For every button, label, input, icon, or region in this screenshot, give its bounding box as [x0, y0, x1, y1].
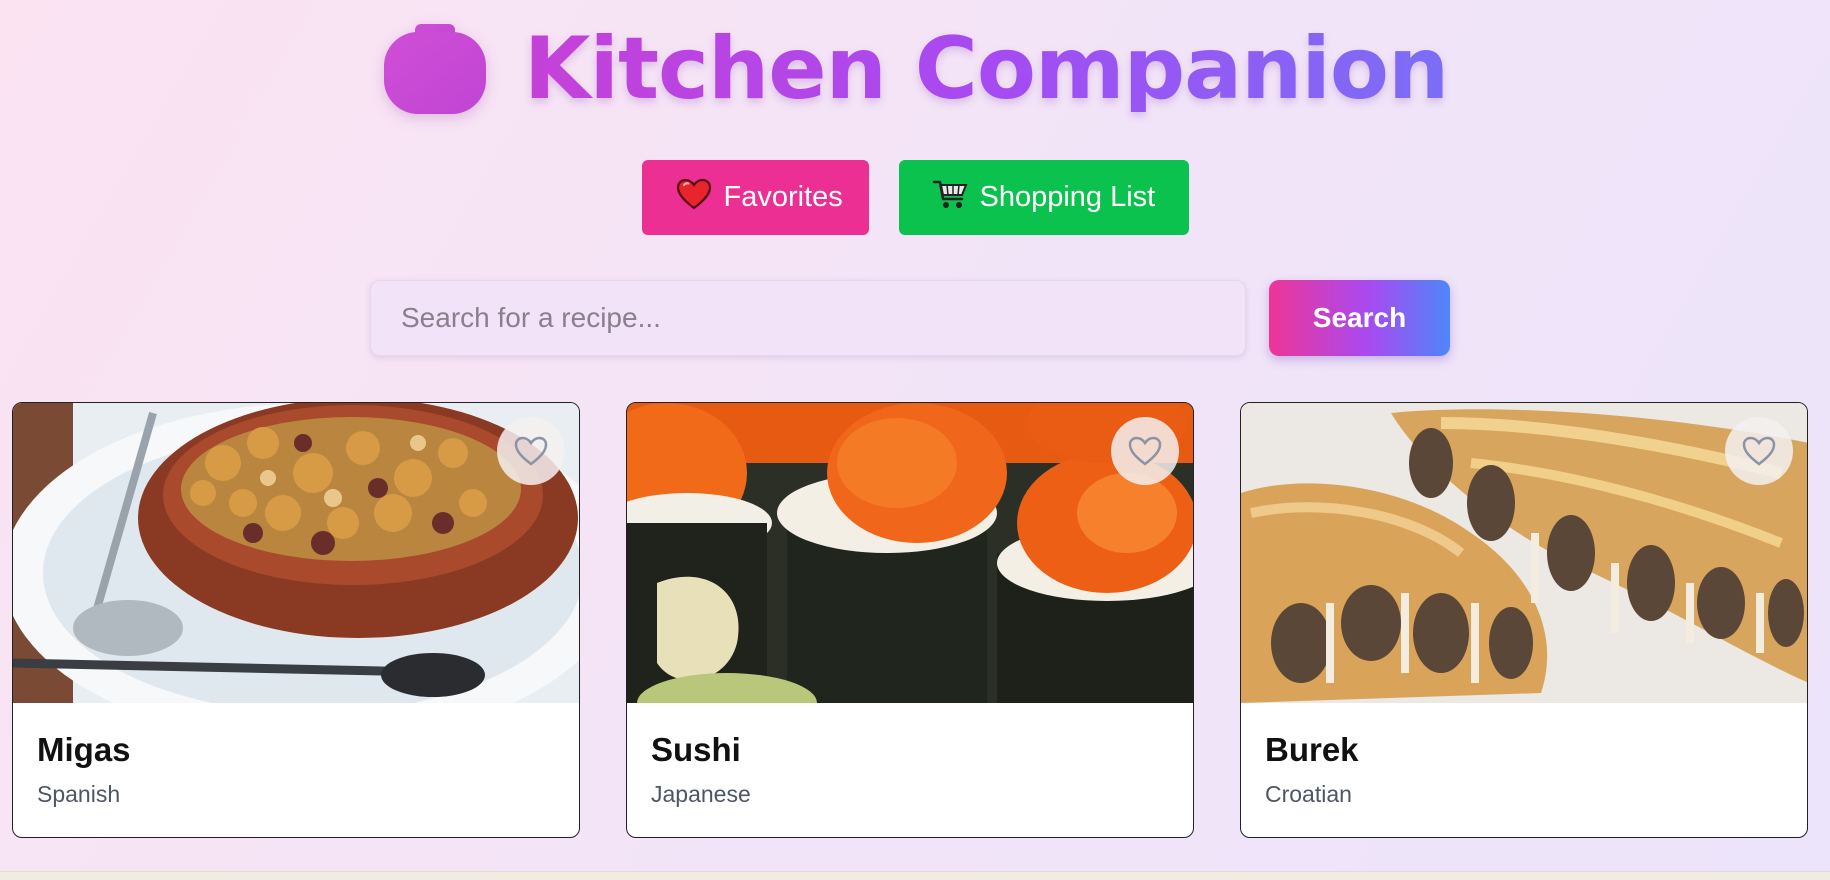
favorites-button[interactable]: Favorites — [641, 160, 869, 235]
favorite-toggle-button[interactable] — [497, 417, 565, 485]
search-input[interactable] — [370, 280, 1246, 356]
favorite-toggle-button[interactable] — [1725, 417, 1793, 485]
recipe-card-body: Sushi Japanese — [627, 703, 1193, 836]
shopping-list-label: Shopping List — [979, 181, 1156, 213]
favorites-label: Favorites — [723, 181, 843, 213]
recipe-cuisine: Croatian — [1265, 781, 1352, 807]
recipe-name: Burek — [1265, 731, 1359, 768]
shopping-cart-icon — [932, 178, 968, 218]
search-bar: Search — [370, 280, 1450, 356]
app-header: Kitchen Companion — [0, 22, 1830, 116]
recipe-image-migas — [13, 403, 579, 703]
recipe-grid: Migas Spanish Sushi Japanese Burek Croat… — [12, 402, 1808, 838]
favorite-toggle-button[interactable] — [1111, 417, 1179, 485]
search-button[interactable]: Search — [1269, 280, 1450, 356]
recipe-cuisine: Japanese — [651, 781, 751, 807]
recipe-card[interactable]: Sushi Japanese — [626, 402, 1194, 838]
recipe-card-body: Migas Spanish — [13, 703, 579, 836]
recipe-card-body: Burek Croatian — [1241, 703, 1807, 836]
heart-outline-icon — [1742, 436, 1776, 466]
bottom-edge — [0, 871, 1830, 880]
recipe-image-burek — [1241, 403, 1807, 703]
app-title: Kitchen Companion — [523, 19, 1449, 119]
recipe-cuisine: Spanish — [37, 781, 121, 807]
recipe-card[interactable]: Burek Croatian — [1240, 402, 1808, 838]
shopping-list-button[interactable]: Shopping List — [898, 160, 1189, 235]
heart-outline-icon — [514, 436, 548, 466]
recipe-name: Sushi — [651, 731, 741, 768]
nav-buttons: Favorites Shopping List — [0, 160, 1830, 235]
recipe-name: Migas — [37, 731, 131, 768]
heart-icon — [676, 178, 712, 218]
cooking-pot-icon — [382, 22, 488, 116]
recipe-image-sushi — [627, 403, 1193, 703]
recipe-card[interactable]: Migas Spanish — [12, 402, 580, 838]
heart-outline-icon — [1128, 436, 1162, 466]
